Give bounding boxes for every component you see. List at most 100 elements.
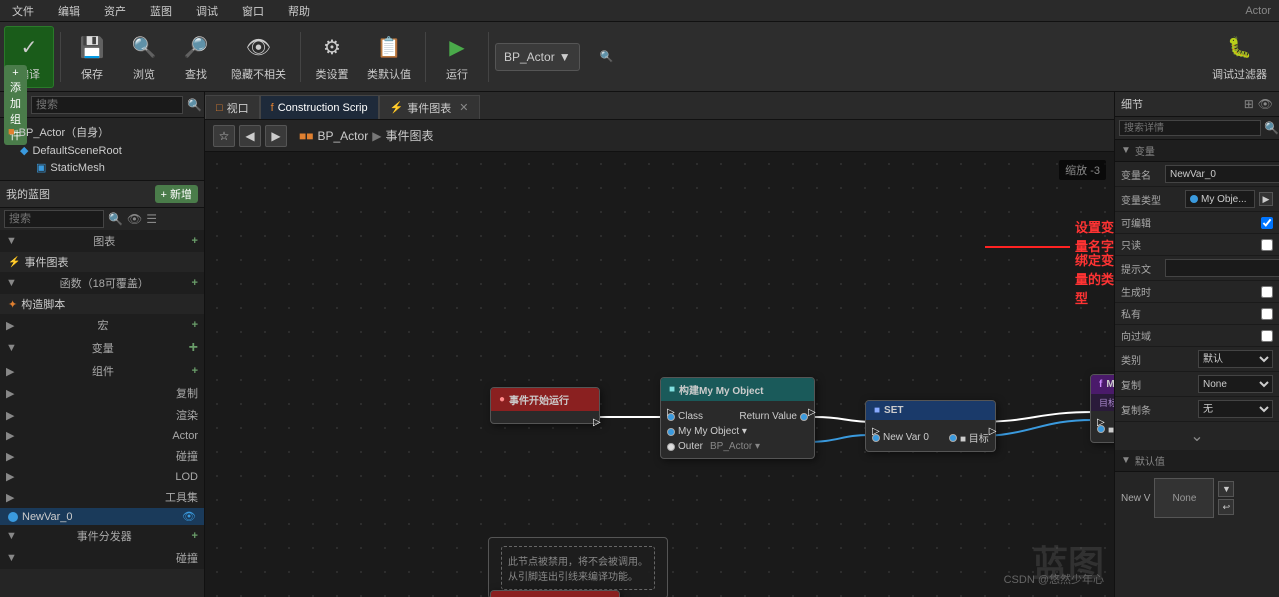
section-functions[interactable]: ▼ 函数（18可覆盖） + — [0, 272, 204, 294]
event-actor-begin-node[interactable]: ● 事件Actor开始置叠 ▷ Other Actor — [490, 590, 620, 597]
bookmark-button[interactable]: ☆ — [213, 125, 235, 147]
section-lod[interactable]: ▶ LOD — [0, 467, 204, 486]
construction-script-tab[interactable]: f Construction Scrip — [260, 95, 379, 119]
viewport-tab[interactable]: □ 视口 — [205, 95, 260, 119]
expand-more-button[interactable]: ⌄ — [1115, 422, 1279, 450]
add-function-icon[interactable]: + — [192, 277, 198, 289]
section-toolset[interactable]: ▶ 工具集 — [0, 486, 204, 508]
set-node[interactable]: ■ SET ▷ ▷ New Var — [865, 400, 996, 452]
menu-item-blueprint[interactable]: 蓝图 — [146, 1, 176, 21]
component-search-input[interactable] — [31, 96, 183, 114]
run-button[interactable]: ▶ 运行 — [432, 26, 482, 88]
variables-section-header[interactable]: ▼ 变量 — [1115, 140, 1279, 162]
private-checkbox[interactable] — [1261, 308, 1273, 320]
type-expand-button[interactable]: ▶ — [1259, 192, 1273, 206]
find-button[interactable]: 🔎 查找 — [171, 26, 221, 88]
hide-unrelated-button[interactable]: 👁 隐藏不相关 — [223, 26, 294, 88]
category-dropdown[interactable]: 默认 — [1198, 350, 1273, 368]
event-start-body: ▷ — [491, 411, 599, 423]
static-mesh-item[interactable]: ▣ StaticMesh — [4, 159, 200, 176]
menu-icon[interactable]: ☰ — [146, 212, 157, 226]
section-event-dispatcher[interactable]: ▼ 事件分发器 + — [0, 525, 204, 547]
add-component-small-icon[interactable]: + — [192, 365, 198, 377]
menu-item-edit[interactable]: 编辑 — [54, 1, 84, 21]
section-variables[interactable]: ▼ 变量 + — [0, 336, 204, 360]
event-graph-item[interactable]: ⚡ 事件图表 — [0, 252, 204, 272]
menu-item-asset[interactable]: 资产 — [100, 1, 130, 21]
set-target-pin[interactable]: ■ 目标 — [949, 430, 989, 445]
section-diagrams[interactable]: ▼ 图表 + — [0, 230, 204, 252]
set-new-var-pin[interactable]: New Var 0 — [872, 432, 929, 443]
section-collision[interactable]: ▶ 碰撞 — [0, 445, 204, 467]
spawn-hidden-checkbox[interactable] — [1261, 286, 1273, 298]
search-actor-button[interactable]: 🔍 — [582, 26, 632, 88]
replication-dropdown[interactable]: None — [1198, 375, 1273, 393]
rep-condition-dropdown[interactable]: 无 — [1198, 400, 1273, 418]
eye-icon[interactable]: 👁 — [127, 212, 142, 226]
add-diagram-icon[interactable]: + — [192, 235, 198, 247]
search-actor-icon: 🔍 — [600, 50, 614, 63]
forward-button[interactable]: ▶ — [265, 125, 287, 147]
type-selector[interactable]: My Obje... — [1185, 190, 1255, 208]
val-reset-button[interactable]: ↩ — [1218, 499, 1234, 515]
detail-search-input[interactable] — [1119, 120, 1261, 136]
actor-label: Actor — [1245, 5, 1271, 17]
bp-actor-root-item[interactable]: ■ BP_Actor（自身） — [4, 122, 200, 142]
close-tab-icon[interactable]: ✕ — [459, 101, 468, 114]
construct-icon: ■ — [669, 384, 675, 395]
spawn-hidden-row: 生成时 — [1115, 281, 1279, 303]
grid-view-icon[interactable]: ⊞ — [1244, 97, 1254, 111]
canvas-viewport[interactable]: ● 事件开始运行 ▷ ■ 构建My My Object — [205, 152, 1114, 597]
menu-bar: 文件 编辑 资产 蓝图 调试 窗口 帮助 Actor — [0, 0, 1279, 22]
menu-item-file[interactable]: 文件 — [8, 1, 38, 21]
outer-pin[interactable]: Outer BP_Actor ▾ — [667, 439, 808, 454]
add-macro-icon[interactable]: + — [192, 319, 198, 331]
new-button[interactable]: + 新增 — [155, 185, 198, 203]
separator-3 — [425, 32, 426, 82]
construct-script-item[interactable]: ✦ 构造脚本 — [0, 294, 204, 314]
class-dot — [667, 413, 675, 421]
editable-checkbox[interactable] — [1261, 217, 1273, 229]
menu-item-window[interactable]: 窗口 — [238, 1, 268, 21]
blueprint-search-input[interactable] — [4, 210, 104, 228]
readonly-checkbox[interactable] — [1261, 239, 1273, 251]
class-defaults-button[interactable]: 📋 类默认值 — [359, 26, 419, 88]
add-dispatcher-icon[interactable]: + — [192, 530, 198, 542]
menu-item-help[interactable]: 帮助 — [284, 1, 314, 21]
return-val-pin[interactable]: Return Value — [739, 411, 808, 422]
class-pin[interactable]: Class — [667, 411, 703, 422]
val-expand-button[interactable]: ▼ — [1218, 481, 1234, 497]
connections-svg — [205, 152, 1114, 597]
add-variable-icon[interactable]: + — [189, 339, 198, 357]
section-render[interactable]: ▶ 渲染 — [0, 404, 204, 426]
save-button[interactable]: 💾 保存 — [67, 26, 117, 88]
event-start-node[interactable]: ● 事件开始运行 ▷ — [490, 387, 600, 424]
bp-actor-dropdown[interactable]: BP_Actor ▼ — [495, 43, 580, 71]
tooltip-input[interactable] — [1165, 259, 1279, 277]
expose-network-row: 向过域 — [1115, 325, 1279, 347]
my-function-node[interactable]: f My Function 目标是My Object ▷ ▷ — [1090, 374, 1114, 443]
default-values-section-header[interactable]: ▼ 默认值 — [1115, 450, 1279, 472]
section-components[interactable]: ▶ 组件 + — [0, 360, 204, 382]
my-object-pin[interactable]: My My Object ▾ — [667, 424, 808, 439]
newvar0-item[interactable]: NewVar_0 👁 — [0, 508, 204, 525]
event-graph-tab[interactable]: ⚡ 事件图表 ✕ — [379, 95, 480, 119]
class-settings-button[interactable]: ⚙ 类设置 — [307, 26, 357, 88]
eye-settings-icon[interactable]: 👁 — [1258, 97, 1273, 111]
default-val-box[interactable]: None — [1154, 478, 1214, 518]
varname-input[interactable] — [1165, 165, 1279, 183]
back-button[interactable]: ◀ — [239, 125, 261, 147]
section-collision-bottom[interactable]: ▼ 碰撞 — [0, 547, 204, 569]
type-indicator-dot — [1190, 195, 1198, 203]
expose-network-checkbox[interactable] — [1261, 330, 1273, 342]
debug-filter-button[interactable]: 🐛 调试过滤器 — [1204, 26, 1275, 88]
menu-item-debug[interactable]: 调试 — [192, 1, 222, 21]
default-scene-root-item[interactable]: ◆ DefaultSceneRoot — [4, 142, 200, 159]
section-copy[interactable]: ▶ 复制 — [0, 382, 204, 404]
construct-node[interactable]: ■ 构建My My Object ▷ ▷ — [660, 377, 815, 459]
section-macro[interactable]: ▶ 宏 + — [0, 314, 204, 336]
section-actor[interactable]: ▶ Actor — [0, 426, 204, 445]
browse-button[interactable]: 🔍 浏览 — [119, 26, 169, 88]
var-eye-icon[interactable]: 👁 — [182, 510, 196, 523]
annotation-setvarname: 设置变量名字 — [1075, 217, 1114, 255]
